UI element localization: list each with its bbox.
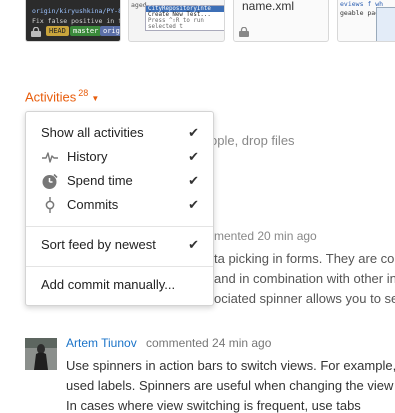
- comment-meta: commented 24 min ago: [146, 336, 272, 350]
- attachment-filename: name.xml: [242, 0, 295, 13]
- menu-item-label: Commits: [67, 197, 119, 212]
- checkmark-icon: ✔: [188, 237, 199, 252]
- menu-item-label: History: [67, 149, 108, 164]
- menu-item-commits[interactable]: Commits ✔: [26, 194, 213, 216]
- thumbnail-popup-row: Press ^⇧R to run selected t: [148, 18, 204, 30]
- event-text-line: and in combination with other in: [214, 271, 395, 286]
- thumbnail-popup: [376, 7, 395, 41]
- menu-item-history[interactable]: History ✔: [26, 146, 213, 168]
- attachment-thumbnails: origin/kiryushkina/PY-8 Fix false positi…: [25, 0, 395, 44]
- attachment-thumbnail-ide-popup[interactable]: aged CityRepositoryInte Create New Test.…: [128, 0, 225, 42]
- menu-item-label: Spend time: [67, 173, 133, 188]
- attachment-thumbnail-code[interactable]: eviews f wh geable page: [337, 0, 395, 42]
- branch-tag-origin: origin: [100, 26, 120, 36]
- menu-item-add-commit[interactable]: Add commit manually...: [26, 274, 213, 296]
- lock-icon: [239, 27, 249, 37]
- avatar[interactable]: [25, 338, 57, 370]
- attachment-thumbnail-git-log[interactable]: origin/kiryushkina/PY-8 Fix false positi…: [25, 0, 121, 42]
- comment-text-line: Use spinners in action bars to switch vi…: [66, 358, 395, 373]
- history-pulse-icon: [42, 152, 58, 163]
- comment-text-line: used labels. Spinners are useful when ch…: [66, 378, 394, 393]
- menu-item-spend-time[interactable]: Spend time ✔: [26, 170, 213, 192]
- caret-down-icon: ▼: [91, 94, 100, 104]
- activities-count: 28: [78, 88, 89, 98]
- menu-item-sort-newest[interactable]: Sort feed by newest ✔: [26, 234, 213, 256]
- thumbnail-popup: CityRepositoryInte Create New Test... Pr…: [145, 5, 224, 31]
- branch-tag-head: HEAD: [46, 26, 69, 36]
- activities-filter-toggle[interactable]: Activities 28▼: [25, 88, 99, 104]
- thumbnail-code-line: origin/kiryushkina/PY-8: [32, 7, 121, 15]
- menu-item-show-all[interactable]: Show all activities ✔: [26, 122, 213, 144]
- comment-input-hint: ople, drop files: [210, 133, 295, 148]
- comment-text-line: In cases where view switching is frequen…: [66, 398, 361, 413]
- menu-divider: [26, 266, 213, 267]
- activities-filter-menu: Show all activities ✔ History ✔ Spend ti…: [25, 111, 214, 306]
- checkmark-icon: ✔: [188, 149, 199, 164]
- checkmark-icon: ✔: [188, 173, 199, 188]
- branch-tag-master: master: [70, 26, 102, 36]
- attachment-thumbnail-file[interactable]: name.xml: [233, 0, 329, 42]
- thumbnail-code-line: Fix false positive in format h: [32, 17, 120, 25]
- menu-divider: [26, 226, 213, 227]
- activities-label: Activities: [25, 89, 77, 105]
- stopwatch-icon: [42, 173, 58, 189]
- menu-item-label: Add commit manually...: [41, 277, 176, 292]
- lock-icon: [31, 27, 41, 37]
- event-text-line: ta picking in forms. They are co: [214, 251, 395, 266]
- event-meta: mented 20 min ago: [214, 229, 317, 243]
- user-photo-icon: [25, 338, 57, 370]
- menu-item-label: Sort feed by newest: [41, 237, 156, 252]
- commit-icon: [45, 197, 55, 213]
- checkmark-icon: ✔: [188, 125, 199, 140]
- event-text-line: ociated spinner allows you to se: [214, 291, 395, 306]
- checkmark-icon: ✔: [188, 197, 199, 212]
- menu-item-label: Show all activities: [41, 125, 144, 140]
- comment-author-link[interactable]: Artem Tiunov: [66, 336, 137, 350]
